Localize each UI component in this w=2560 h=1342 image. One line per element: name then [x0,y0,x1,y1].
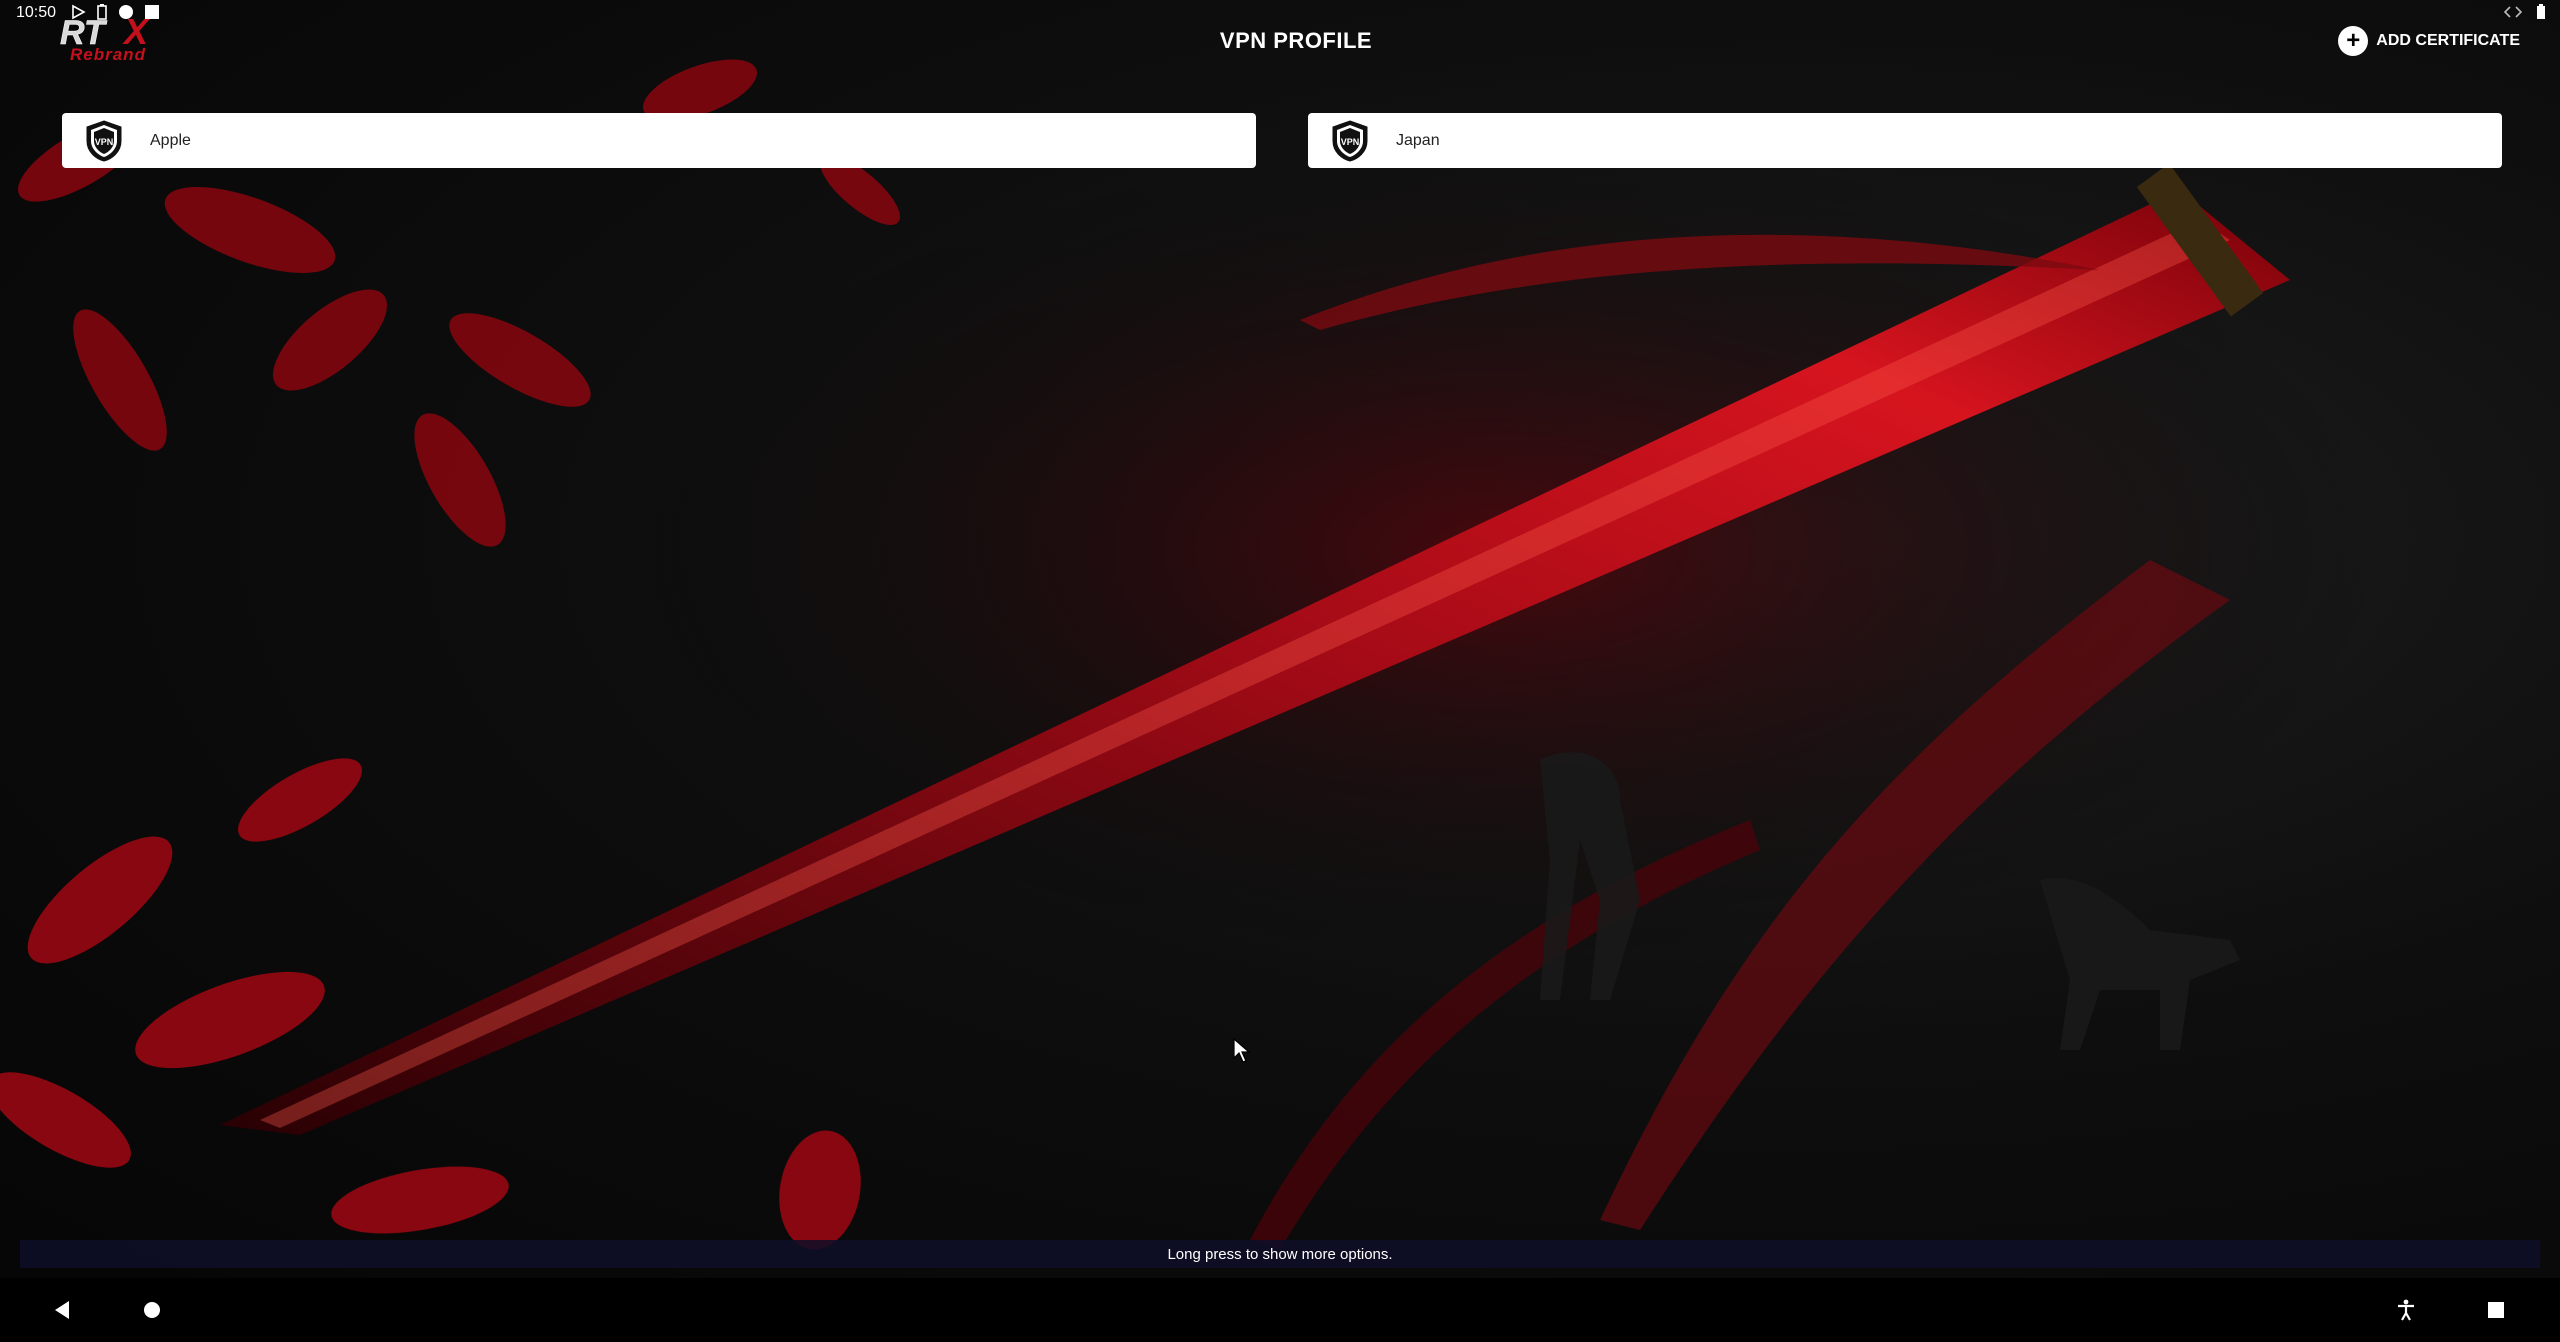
mouse-cursor-icon [1233,1038,1251,1063]
vpn-shield-icon: VPN [1332,119,1368,162]
vpn-shield-icon: VPN [86,119,122,162]
toast-message: Long press to show more options. [20,1240,2540,1268]
vpn-profile-item-apple[interactable]: VPN Apple [62,113,1256,168]
toast-text: Long press to show more options. [1167,1245,1393,1263]
code-arrows-icon [2504,6,2522,18]
vpn-profile-name: Apple [150,131,191,149]
status-icons-right [2504,4,2546,20]
battery-icon [2537,4,2545,19]
vpn-profile-name: Japan [1396,131,1440,149]
home-circle-icon [144,1302,160,1318]
back-button[interactable] [44,1292,80,1328]
add-certificate-button[interactable]: + ADD CERTIFICATE [2338,26,2520,56]
svg-text:VPN: VPN [1341,137,1360,147]
status-bar: 10:50 [0,0,2560,26]
navigation-bar [0,1278,2560,1342]
plus-icon: + [2338,26,2369,56]
wallpaper-background [0,59,2400,1250]
recents-button[interactable] [2478,1292,2514,1328]
back-triangle-icon [55,1301,69,1319]
vpn-profile-item-japan[interactable]: VPN Japan [1308,113,2502,168]
accessibility-button[interactable] [2388,1292,2424,1328]
vpn-profile-screen: 10:50 RT X Rebrand VPN PROFILE + ADD CER… [0,0,2560,1342]
home-button[interactable] [134,1292,170,1328]
page-title: VPN PROFILE [1219,28,1373,53]
add-certificate-label: ADD CERTIFICATE [2376,32,2520,49]
status-time: 10:50 [16,4,57,21]
svg-text:VPN: VPN [95,137,114,147]
recents-square-icon [2488,1302,2504,1318]
accessibility-icon [2398,1299,2414,1321]
